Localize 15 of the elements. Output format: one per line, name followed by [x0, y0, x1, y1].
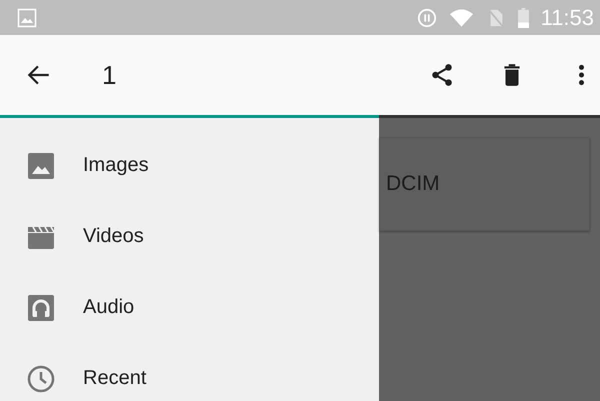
more-options-icon[interactable]: [577, 62, 586, 88]
drawer-item[interactable]: Videos: [0, 201, 379, 272]
wifi-icon: [448, 8, 474, 28]
clock-time: 11:53: [540, 4, 594, 30]
image-icon: [27, 152, 55, 180]
pause-icon: [416, 8, 437, 28]
battery-icon: [518, 8, 529, 28]
headphones-icon: [27, 294, 55, 322]
drawer-item[interactable]: Recent: [0, 343, 379, 401]
selection-count: 1: [102, 60, 116, 90]
drawer-item[interactable]: Audio: [0, 272, 379, 343]
drawer-item[interactable]: Images: [0, 130, 379, 201]
clock-icon: [27, 364, 55, 392]
folder-name: DCIM: [386, 172, 440, 196]
image-icon: [17, 8, 37, 28]
